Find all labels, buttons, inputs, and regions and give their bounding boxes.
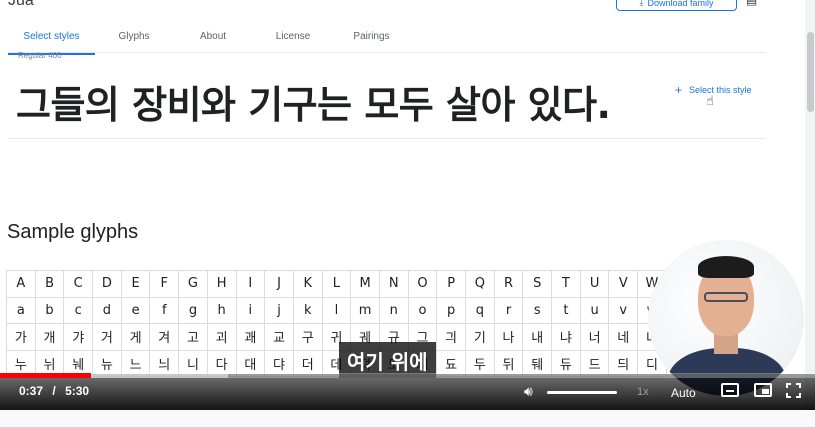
font-family-name: Jua <box>8 0 34 9</box>
tab-bar: Select styles Glyphs About License Pairi… <box>8 27 410 55</box>
glyph-cell: v <box>609 297 639 324</box>
glyph-cell: C <box>64 271 94 298</box>
quality-setting[interactable]: Auto <box>671 386 696 400</box>
sample-glyphs-title: Sample glyphs <box>7 221 139 243</box>
glyph-cell: U <box>580 271 610 298</box>
glyph-cell: 가 <box>7 324 36 351</box>
glyph-cell: 나 <box>494 324 524 351</box>
glyph-cell: k <box>293 297 323 324</box>
presenter-glasses <box>704 292 748 302</box>
glyph-cell: K <box>293 271 323 298</box>
glyph-cell: H <box>207 271 237 298</box>
miniplayer-icon[interactable] <box>754 383 772 397</box>
glyph-cell: 고 <box>179 324 208 351</box>
glyph-cell: t <box>552 297 581 324</box>
select-this-style-label: Select this style <box>689 85 752 95</box>
time-current: 0:37 <box>19 384 44 398</box>
glyph-cell: c <box>64 297 94 324</box>
glyph-cell: N <box>379 271 409 298</box>
glyph-cell: B <box>35 271 65 298</box>
hand-cursor-icon: ☝ <box>706 93 714 108</box>
glyph-cell: Q <box>466 271 495 298</box>
add-family-icon[interactable]: ▤ <box>746 0 757 7</box>
scrollbar-thumb[interactable] <box>807 32 814 112</box>
tab-about[interactable]: About <box>173 27 253 53</box>
style-divider <box>8 138 766 139</box>
glyph-cell: o <box>408 297 438 324</box>
fullscreen-icon[interactable] <box>786 383 801 398</box>
glyph-cell: g <box>179 297 208 324</box>
download-icon: ⤓ <box>639 0 644 7</box>
glyph-cell: E <box>121 271 151 298</box>
time-total: 5:30 <box>65 384 90 398</box>
glyph-cell: r <box>494 297 524 324</box>
glyph-cell: p <box>437 297 466 324</box>
volume-icon[interactable]: 🔊︎ <box>524 383 533 400</box>
glyph-cell: d <box>93 297 122 324</box>
glyph-cell: 괘 <box>236 324 266 351</box>
glyph-cell: S <box>523 271 553 298</box>
plus-icon: + <box>675 83 683 97</box>
presenter-hair <box>698 256 754 278</box>
glyph-cell: L <box>322 271 352 298</box>
glyph-cell: e <box>121 297 151 324</box>
glyph-cell: J <box>265 271 294 298</box>
glyph-cell: 네 <box>609 324 639 351</box>
volume-slider[interactable] <box>547 391 617 394</box>
style-specimen-text: 그들의 장비와 기구는 모두 살아 있다. <box>16 83 611 127</box>
glyph-cell: l <box>322 297 352 324</box>
glyph-cell: V <box>609 271 639 298</box>
glyph-cell: A <box>7 271 36 298</box>
glyph-cell: b <box>35 297 65 324</box>
glyph-cell: 기 <box>466 324 495 351</box>
tab-select-styles[interactable]: Select styles <box>8 27 95 55</box>
glyph-cell: P <box>437 271 466 298</box>
style-name: Regular 400 <box>18 51 62 60</box>
glyph-cell: 갸 <box>64 324 94 351</box>
tabs-divider <box>8 52 766 53</box>
tab-glyphs[interactable]: Glyphs <box>95 27 173 53</box>
subtitles-icon[interactable] <box>721 383 739 397</box>
glyph-cell: D <box>93 271 122 298</box>
glyph-cell: n <box>379 297 409 324</box>
glyph-cell: j <box>265 297 294 324</box>
glyph-cell: I <box>236 271 266 298</box>
tab-pairings[interactable]: Pairings <box>333 27 410 53</box>
glyph-cell: h <box>207 297 237 324</box>
glyph-cell: 구 <box>293 324 323 351</box>
glyph-cell: O <box>408 271 438 298</box>
glyph-cell: M <box>351 271 380 298</box>
glyph-cell: i <box>236 297 266 324</box>
glyph-cell: u <box>580 297 610 324</box>
glyph-cell: T <box>552 271 581 298</box>
glyph-cell: 교 <box>265 324 294 351</box>
download-family-button[interactable]: ⤓ Download family <box>616 0 737 11</box>
glyph-cell: 내 <box>523 324 553 351</box>
progress-played <box>0 373 92 378</box>
glyph-cell: 겨 <box>150 324 180 351</box>
tab-license[interactable]: License <box>253 27 333 53</box>
glyph-cell: s <box>523 297 553 324</box>
glyph-cell: 긔 <box>437 324 466 351</box>
glyph-cell: a <box>7 297 36 324</box>
glyph-cell: F <box>150 271 180 298</box>
time-separator: / <box>52 384 56 398</box>
glyph-cell: 거 <box>93 324 122 351</box>
glyph-cell: G <box>179 271 208 298</box>
glyph-cell: 게 <box>121 324 151 351</box>
glyph-cell: 괴 <box>207 324 237 351</box>
time-display: 0:37 / 5:30 <box>19 384 89 398</box>
video-frame[interactable]: Jua ⤓ Download family ▤ Select styles Gl… <box>0 0 815 410</box>
glyph-cell: q <box>466 297 495 324</box>
glyph-cell: m <box>351 297 380 324</box>
glyph-cell: f <box>150 297 180 324</box>
glyph-cell: R <box>494 271 524 298</box>
glyph-cell: 냐 <box>552 324 581 351</box>
playback-speed[interactable]: 1x <box>637 386 649 398</box>
glyph-grid: ABCDEFGHIJKLMNOPQRSTUVWabcdefghijklmnopq… <box>6 270 667 377</box>
glyph-cell: 개 <box>35 324 65 351</box>
download-family-label: Download family <box>647 0 714 8</box>
glyph-cell: 너 <box>580 324 610 351</box>
